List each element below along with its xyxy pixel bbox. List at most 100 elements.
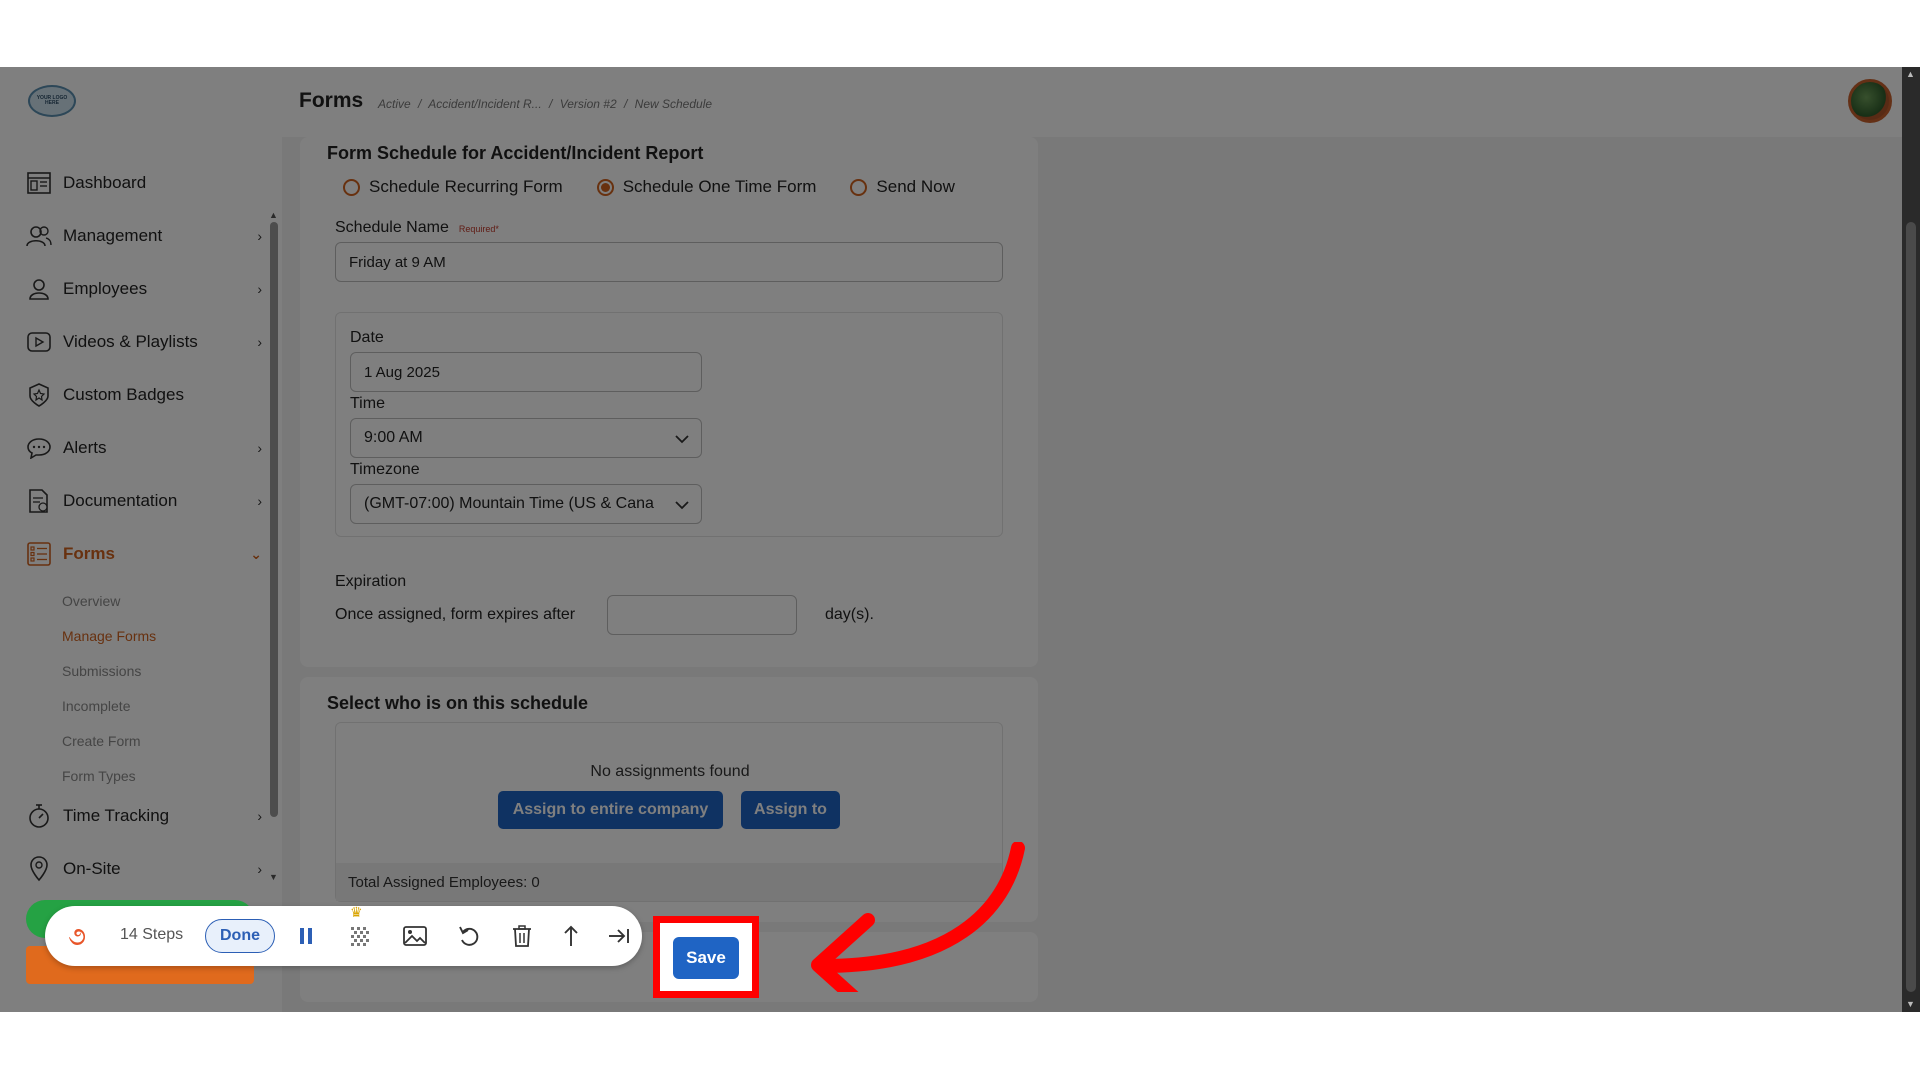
sidebar-subitem-create-form[interactable]: Create Form xyxy=(62,733,141,749)
expiration-days-input[interactable] xyxy=(607,595,797,635)
sidebar-subitem-submissions[interactable]: Submissions xyxy=(62,663,141,679)
chevron-down-icon: ⌄ xyxy=(250,545,262,562)
radio-schedule-recurring[interactable]: Schedule Recurring Form xyxy=(343,177,563,197)
sidebar-item-label: Videos & Playlists xyxy=(63,332,198,351)
empty-state-text: No assignments found xyxy=(590,763,750,780)
sidebar-item-documentation[interactable]: Documentation › xyxy=(26,481,262,521)
location-pin-icon xyxy=(26,856,52,882)
top-header: YOUR LOGO HERE Forms Active / Accident/I… xyxy=(0,67,1902,137)
recorder-done-button[interactable]: Done xyxy=(205,919,275,953)
breadcrumb-item-version[interactable]: Version #2 xyxy=(560,97,617,111)
schedule-name-label: Schedule Name Required* xyxy=(335,219,499,237)
skip-to-end-icon[interactable] xyxy=(605,922,633,950)
sidebar-item-label: Documentation xyxy=(63,491,178,510)
radio-label: Schedule One Time Form xyxy=(622,177,817,196)
chevron-down-icon xyxy=(672,497,689,515)
expiration-suffix-text: day(s). xyxy=(825,606,874,623)
app-frame: YOUR LOGO HERE Forms Active / Accident/I… xyxy=(0,67,1920,1012)
sidebar-item-label: On-Site xyxy=(63,859,121,878)
assign-to-button[interactable]: Assign to xyxy=(741,791,840,829)
page-scroll-down-icon[interactable]: ▼ xyxy=(1906,999,1915,1009)
schedule-form-card: Form Schedule for Accident/Incident Repo… xyxy=(300,137,1038,667)
time-select[interactable]: 9:00 AM xyxy=(350,418,702,458)
breadcrumb-separator: / xyxy=(623,97,628,111)
chat-icon xyxy=(26,435,52,461)
chevron-right-icon: › xyxy=(257,228,262,244)
sidebar-subitem-manage-forms[interactable]: Manage Forms xyxy=(62,628,156,644)
image-icon[interactable] xyxy=(401,922,429,950)
chevron-right-icon: › xyxy=(257,861,262,877)
sidebar-subitem-form-types[interactable]: Form Types xyxy=(62,768,136,784)
sidebar-item-dashboard[interactable]: Dashboard xyxy=(26,163,262,203)
company-logo[interactable]: YOUR LOGO HERE xyxy=(28,85,76,117)
breadcrumb-separator: / xyxy=(549,97,553,111)
timezone-select-value: (GMT-07:00) Mountain Time (US & Cana xyxy=(364,495,654,512)
main-content: Form Schedule for Accident/Incident Repo… xyxy=(282,137,1902,1012)
sidebar-scrollbar[interactable] xyxy=(270,222,278,817)
radio-circle-icon xyxy=(850,178,868,196)
radio-label: Send Now xyxy=(876,177,955,196)
sidebar-item-label: Alerts xyxy=(63,438,107,457)
dashboard-icon xyxy=(26,170,52,196)
timezone-select[interactable]: (GMT-07:00) Mountain Time (US & Cana xyxy=(350,484,702,524)
recorder-logo-icon: ૭ xyxy=(68,921,87,951)
users-icon xyxy=(26,223,52,249)
sidebar-item-employees[interactable]: Employees › xyxy=(26,269,262,309)
sidebar-item-label: Management xyxy=(63,226,163,245)
sidebar-item-forms[interactable]: Forms ⌄ xyxy=(26,534,262,574)
sidebar-item-label: Custom Badges xyxy=(63,385,184,404)
page-scrollbar-thumb[interactable] xyxy=(1906,222,1916,992)
page-title: Forms xyxy=(299,89,364,112)
expiration-label: Expiration xyxy=(335,573,407,590)
undo-icon[interactable] xyxy=(455,922,483,950)
sidebar-subitem-incomplete[interactable]: Incomplete xyxy=(62,698,130,714)
sidebar-item-alerts[interactable]: Alerts › xyxy=(26,428,262,468)
radio-send-now[interactable]: Send Now xyxy=(850,177,955,197)
arrow-up-icon[interactable] xyxy=(557,922,585,950)
assign-entire-company-button[interactable]: Assign to entire company xyxy=(498,791,723,829)
sidebar-item-on-site[interactable]: On-Site › xyxy=(26,849,262,889)
sidebar: Dashboard Management › Employees › Video… xyxy=(0,137,282,1012)
assignment-title: Select who is on this schedule xyxy=(327,693,589,713)
trash-icon[interactable] xyxy=(508,922,536,950)
time-label: Time xyxy=(350,395,385,412)
radio-selected-icon xyxy=(596,178,614,196)
scroll-up-arrow-icon[interactable]: ▲ xyxy=(269,210,278,220)
breadcrumb-item-active[interactable]: Active xyxy=(378,97,411,111)
stopwatch-icon xyxy=(26,803,52,829)
sidebar-item-label: Employees xyxy=(63,279,148,298)
chevron-down-icon xyxy=(675,431,689,449)
time-select-value: 9:00 AM xyxy=(364,429,423,446)
radio-circle-icon xyxy=(343,178,360,196)
sidebar-item-management[interactable]: Management › xyxy=(26,216,262,256)
chevron-right-icon: › xyxy=(257,334,262,350)
radio-label: Schedule Recurring Form xyxy=(369,177,563,196)
schedule-name-input[interactable]: Friday at 9 AM xyxy=(335,242,1003,282)
chevron-right-icon: › xyxy=(257,493,262,509)
save-button[interactable]: Save xyxy=(673,937,739,979)
schedule-form-title: Form Schedule for Accident/Incident Repo… xyxy=(327,143,704,163)
sidebar-item-time-tracking[interactable]: Time Tracking › xyxy=(26,796,262,836)
user-icon xyxy=(26,276,52,302)
schedule-name-label-text: Schedule Name xyxy=(335,219,449,236)
schedule-type-radio-group: Schedule Recurring Form Schedule One Tim… xyxy=(343,177,989,197)
document-icon xyxy=(26,488,52,514)
sidebar-item-custom-badges[interactable]: Custom Badges xyxy=(26,375,262,415)
sidebar-item-label: Time Tracking xyxy=(63,806,170,825)
breadcrumb: Active / Accident/Incident R... / Versio… xyxy=(378,97,716,111)
radio-schedule-one-time[interactable]: Schedule One Time Form xyxy=(596,177,817,197)
blur-icon[interactable] xyxy=(346,922,374,950)
sidebar-item-videos[interactable]: Videos & Playlists › xyxy=(26,322,262,362)
scroll-down-arrow-icon[interactable]: ▼ xyxy=(269,872,278,882)
user-avatar[interactable] xyxy=(1848,79,1892,123)
sidebar-item-label: Dashboard xyxy=(63,173,147,192)
pause-icon[interactable] xyxy=(292,922,320,950)
sidebar-subitem-overview[interactable]: Overview xyxy=(62,593,120,609)
date-time-section: Date 1 Aug 2025 Time 9:00 AM Timezone (G… xyxy=(335,312,1003,537)
page-scroll-up-icon[interactable]: ▲ xyxy=(1906,69,1915,79)
breadcrumb-item-form[interactable]: Accident/Incident R... xyxy=(428,97,541,111)
date-input[interactable]: 1 Aug 2025 xyxy=(350,352,702,392)
breadcrumb-separator: / xyxy=(418,97,422,111)
play-icon xyxy=(26,329,52,355)
badge-icon xyxy=(26,382,52,408)
